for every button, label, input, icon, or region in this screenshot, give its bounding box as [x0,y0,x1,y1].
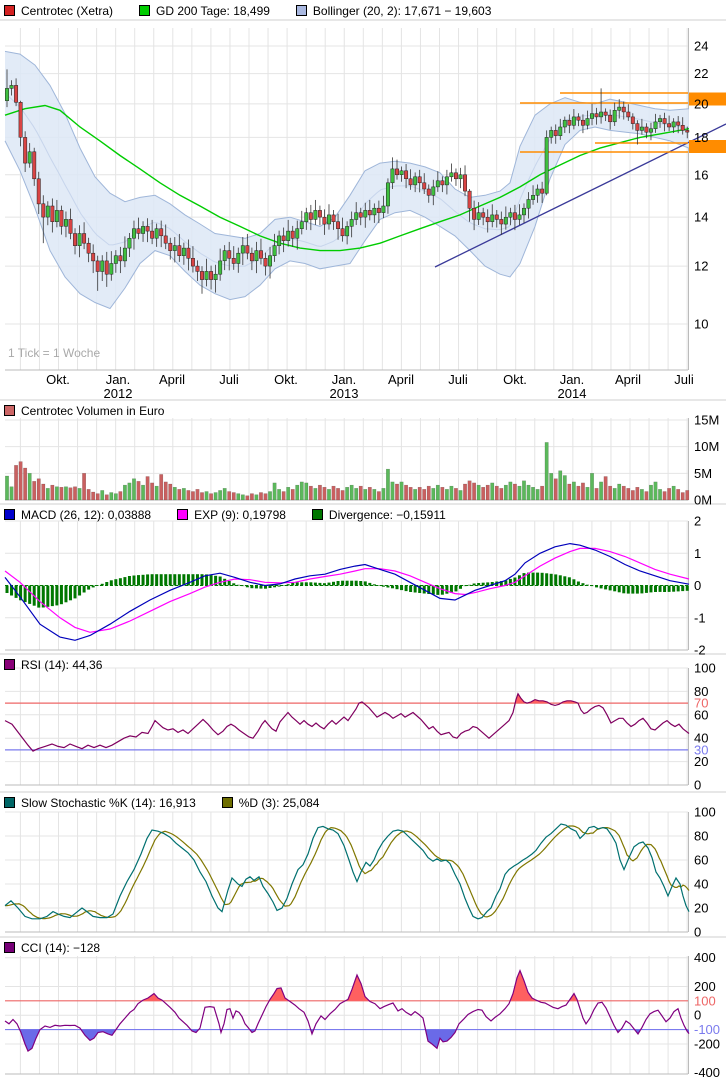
svg-text:April: April [615,372,641,387]
svg-text:0: 0 [694,925,701,940]
svg-text:22: 22 [694,66,708,81]
legend-label: Centrotec (Xetra) [21,4,113,18]
svg-text:24: 24 [694,39,708,54]
legend-label: Centrotec Volumen in Euro [21,404,164,418]
svg-text:Okt.: Okt. [46,372,70,387]
svg-text:2014: 2014 [558,386,587,401]
legend-price: Centrotec (Xetra) GD 200 Tage: 18,499 Boll… [4,3,491,18]
svg-text:100: 100 [694,805,716,820]
legend-item: Divergence: −0,15911 [312,508,446,522]
svg-text:10M: 10M [694,439,719,454]
svg-text:Okt.: Okt. [274,372,298,387]
legend-item: Centrotec Volumen in Euro [4,404,164,418]
svg-text:-1: -1 [694,610,706,625]
svg-text:40: 40 [694,877,708,892]
legend-label: %D (3): 25,084 [239,796,320,810]
svg-text:0: 0 [694,1008,701,1023]
svg-text:Juli: Juli [448,372,468,387]
svg-text:Jan.: Jan. [560,372,585,387]
legend-volume: Centrotec Volumen in Euro [4,403,164,418]
svg-text:Jan.: Jan. [106,372,131,387]
svg-text:2012: 2012 [104,386,133,401]
svg-text:200: 200 [694,979,716,994]
svg-text:0M: 0M [694,493,712,508]
legend-swatch-icon [4,405,15,416]
stochastic-layer [5,824,689,919]
chart-svg: 242220181614121015M10M5M0M210-1-21008070… [0,0,726,1084]
macd-layer [5,544,689,641]
legend-swatch-icon [4,5,15,16]
svg-text:18: 18 [694,130,708,145]
legend-cci: CCI (14): −128 [4,940,100,955]
svg-text:April: April [388,372,414,387]
legend-item: Centrotec (Xetra) [4,4,113,18]
legend-label: GD 200 Tage: 18,499 [156,4,270,18]
rsi-layer [5,694,689,751]
svg-text:15M: 15M [694,413,719,428]
legend-swatch-icon [4,942,15,953]
legend-swatch-icon [222,797,233,808]
svg-text:16: 16 [694,167,708,182]
legend-label: Bollinger (20, 2): 17,671 − 19,603 [313,4,491,18]
trendline [435,124,726,267]
legend-label: RSI (14): 44,36 [21,658,102,672]
svg-text:60: 60 [694,707,708,722]
svg-text:80: 80 [694,829,708,844]
legend-item: EXP (9): 0,19798 [177,508,286,522]
svg-text:Juli: Juli [219,372,239,387]
svg-text:2: 2 [694,514,701,529]
legend-swatch-icon [139,5,150,16]
legend-label: EXP (9): 0,19798 [194,508,286,522]
volume-bars-layer [5,442,689,500]
svg-text:400: 400 [694,950,716,965]
svg-text:20: 20 [694,901,708,916]
legend-swatch-icon [4,797,15,808]
svg-text:-400: -400 [694,1065,720,1080]
svg-text:20: 20 [694,754,708,769]
legend-item: RSI (14): 44,36 [4,658,102,672]
legend-label: CCI (14): −128 [21,941,100,955]
svg-text:0: 0 [694,778,701,793]
legend-swatch-icon [4,659,15,670]
svg-text:April: April [159,372,185,387]
svg-text:-200: -200 [694,1036,720,1051]
svg-text:Okt.: Okt. [503,372,527,387]
cci-layer [5,971,689,1052]
tick-scale-note: 1 Tick = 1 Woche [8,346,100,360]
legend-stochastic: Slow Stochastic %K (14): 16,913 %D (3): 2… [4,795,319,810]
svg-text:Jan.: Jan. [332,372,357,387]
legend-swatch-icon [312,509,323,520]
legend-swatch-icon [296,5,307,16]
svg-text:1: 1 [694,546,701,561]
svg-text:20: 20 [694,96,708,111]
svg-text:2013: 2013 [330,386,359,401]
legend-label: Slow Stochastic %K (14): 16,913 [21,796,196,810]
month-labels-layer: Okt.Jan.2012AprilJuliOkt.Jan.2013AprilJu… [46,372,694,401]
svg-text:100: 100 [694,661,716,676]
legend-swatch-icon [4,509,15,520]
svg-text:10: 10 [694,317,708,332]
legend-item: CCI (14): −128 [4,941,100,955]
svg-text:-2: -2 [694,643,706,658]
svg-text:14: 14 [694,210,708,225]
legend-item: Slow Stochastic %K (14): 16,913 [4,796,196,810]
svg-text:100: 100 [694,993,716,1008]
svg-text:5M: 5M [694,466,712,481]
legend-item: %D (3): 25,084 [222,796,320,810]
svg-text:-100: -100 [694,1022,720,1037]
svg-text:0: 0 [694,578,701,593]
svg-text:12: 12 [694,259,708,274]
svg-text:Juli: Juli [674,372,694,387]
axis-labels-layer: 242220181614121015M10M5M0M210-1-21008070… [694,39,720,1081]
legend-swatch-icon [177,509,188,520]
legend-label: MACD (26, 12): 0,03888 [21,508,151,522]
legend-item: MACD (26, 12): 0,03888 [4,508,151,522]
stock-analysis-page: 242220181614121015M10M5M0M210-1-21008070… [0,0,726,1084]
legend-rsi: RSI (14): 44,36 [4,657,102,672]
legend-label: Divergence: −0,15911 [329,508,446,522]
svg-text:60: 60 [694,853,708,868]
legend-macd: MACD (26, 12): 0,03888 EXP (9): 0,19798 Di… [4,507,446,522]
legend-item: GD 200 Tage: 18,499 [139,4,270,18]
legend-item: Bollinger (20, 2): 17,671 − 19,603 [296,4,491,18]
